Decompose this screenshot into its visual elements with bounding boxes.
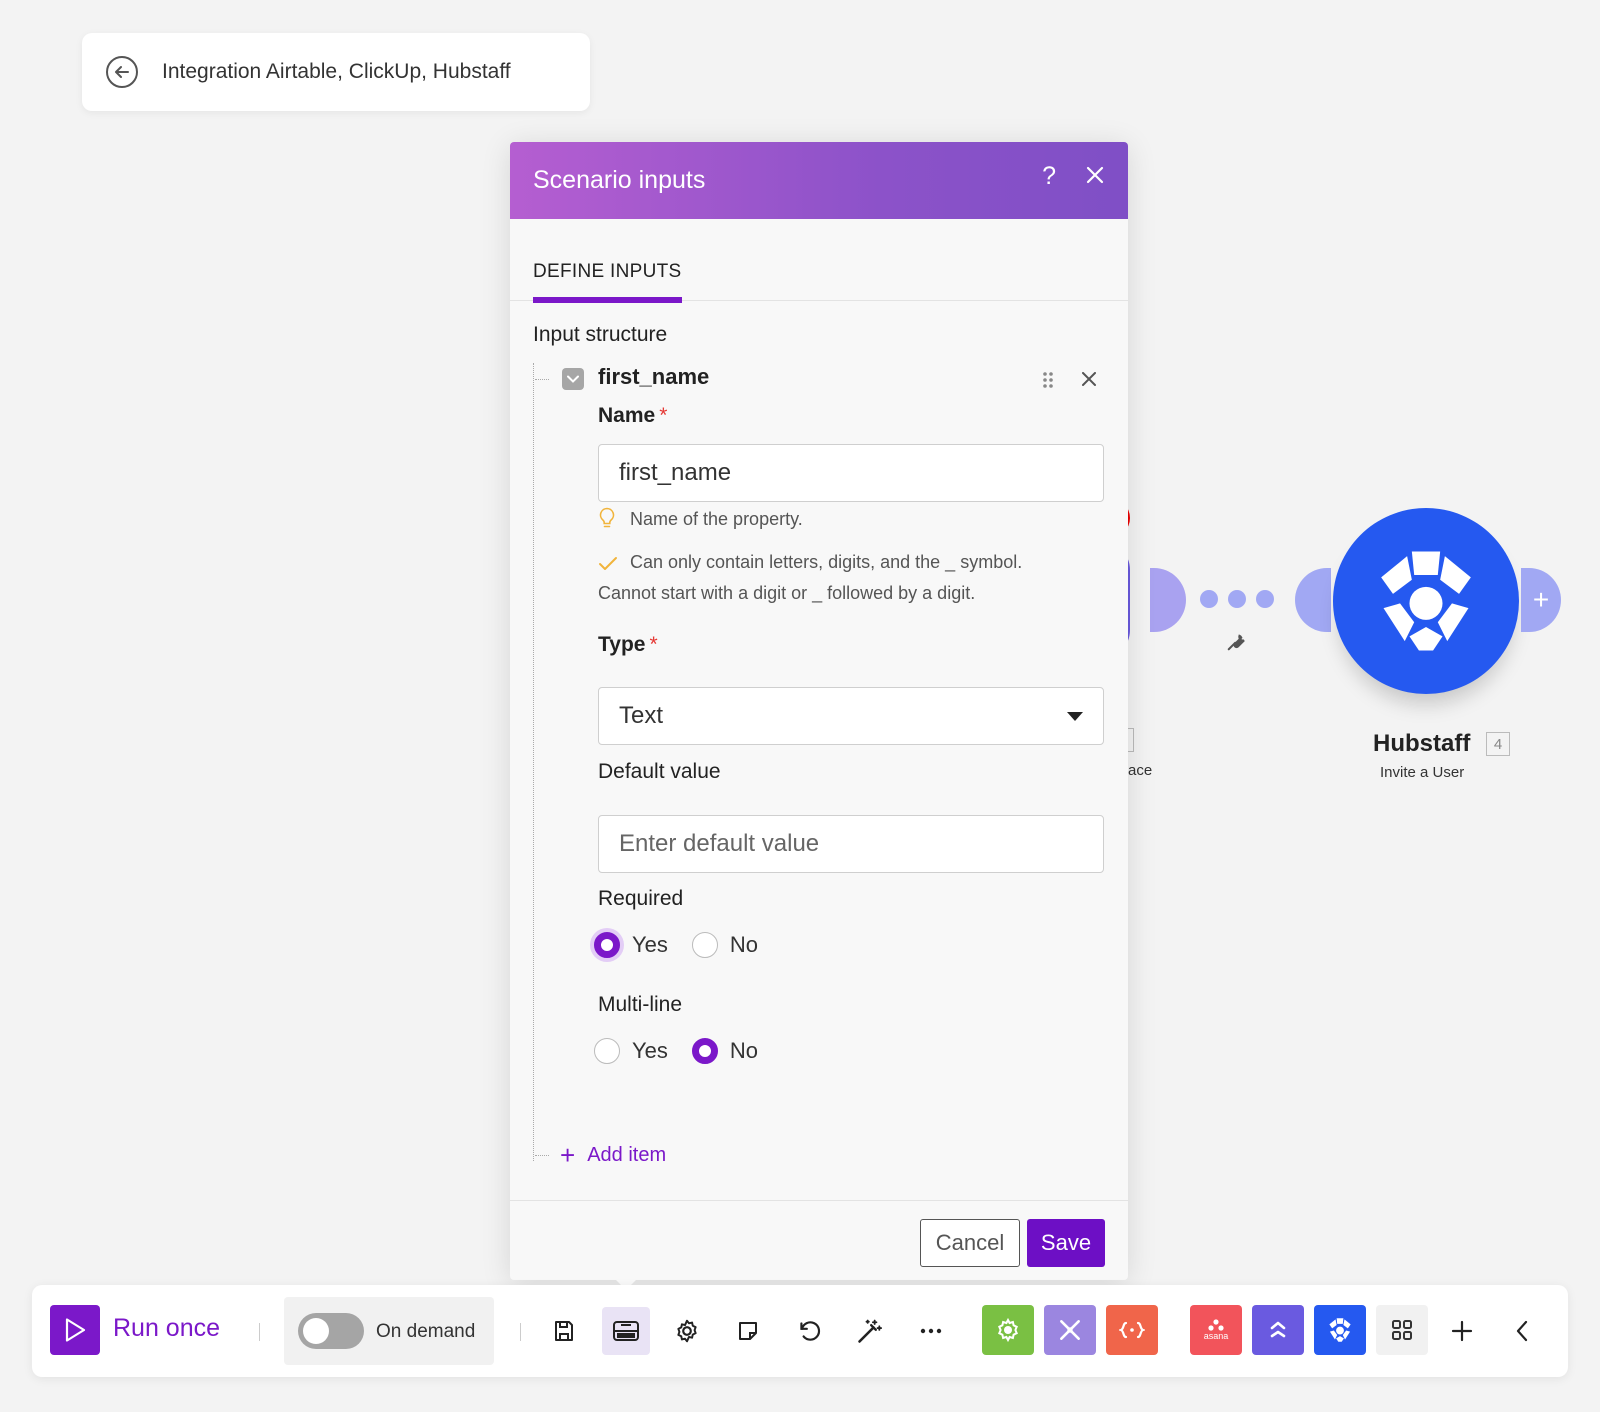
arrow-left-circle-icon[interactable]	[106, 56, 138, 88]
run-once-label[interactable]: Run once	[113, 1314, 220, 1343]
required-field-label: Required	[598, 887, 684, 910]
hubstaff-node-badge: 4	[1486, 732, 1510, 756]
lightbulb-icon	[598, 507, 620, 537]
flow-control-app-icon[interactable]	[1044, 1305, 1096, 1355]
dialog-title: Scenario inputs	[533, 166, 706, 194]
drag-handle-icon[interactable]	[1042, 371, 1054, 394]
multiline-field-label: Multi-line	[598, 993, 683, 1016]
type-field-label: Type *	[598, 633, 658, 656]
name-hint: Name of the property.	[598, 506, 803, 537]
caret-down-icon	[1067, 712, 1083, 721]
dialog-tabs: DEFINE INPUTS	[510, 219, 1128, 303]
multiline-no-label[interactable]: No	[730, 1038, 758, 1064]
required-no-radio[interactable]	[691, 932, 718, 958]
dialog-header: Scenario inputs ?	[510, 142, 1128, 219]
tree-guide-line	[533, 363, 551, 1161]
save-button[interactable]: Save	[1027, 1219, 1105, 1267]
scenario-title[interactable]: Integration Airtable, ClickUp, Hubstaff	[162, 60, 511, 84]
add-item-label: Add item	[587, 1144, 667, 1166]
toolbar-divider	[259, 1323, 260, 1341]
settings-icon[interactable]	[663, 1307, 711, 1355]
multiline-yes-radio[interactable]	[594, 1038, 620, 1064]
cancel-button[interactable]: Cancel	[920, 1219, 1020, 1267]
magic-wand-icon[interactable]	[846, 1307, 894, 1355]
schedule-label[interactable]: On demand	[376, 1321, 475, 1343]
name-input[interactable]	[598, 444, 1104, 502]
scenario-inputs-icon[interactable]	[602, 1307, 650, 1355]
asana-app-icon[interactable]: asana	[1190, 1305, 1242, 1355]
undo-icon[interactable]	[785, 1307, 833, 1355]
previous-module-label: ace	[1128, 762, 1153, 779]
save-icon[interactable]	[540, 1307, 588, 1355]
hubstaff-icon	[1381, 551, 1471, 651]
plus-icon[interactable]	[1438, 1307, 1486, 1355]
collapse-item-toggle[interactable]	[562, 368, 584, 390]
input-item-title: first_name	[598, 364, 710, 389]
help-icon[interactable]: ?	[1042, 162, 1056, 191]
schedule-control: On demand	[284, 1297, 494, 1365]
required-yes-radio[interactable]	[594, 932, 620, 958]
tree-guide-tick-end	[535, 1155, 549, 1156]
hubstaff-node-subtitle: Invite a User	[1380, 764, 1465, 781]
input-structure-label: Input structure	[533, 323, 668, 346]
hubstaff-connector-left	[1295, 568, 1331, 632]
hubstaff-module-node[interactable]	[1333, 508, 1519, 694]
previous-module-badge	[1128, 728, 1134, 752]
previous-module-connector	[1150, 568, 1186, 632]
required-no-label[interactable]: No	[730, 932, 758, 958]
tools-app-icon[interactable]	[982, 1305, 1034, 1355]
more-icon[interactable]	[907, 1307, 955, 1355]
chevron-down-icon	[567, 375, 579, 383]
hubstaff-app-icon[interactable]	[1314, 1305, 1366, 1355]
add-item-button[interactable]: + Add item	[560, 1140, 666, 1171]
name-validation-hint: Can only contain letters, digits, and th…	[598, 552, 1023, 603]
multiline-no-radio[interactable]	[691, 1038, 718, 1064]
default-value-input[interactable]	[598, 815, 1104, 873]
close-icon[interactable]	[1086, 166, 1104, 189]
notes-icon[interactable]	[724, 1307, 772, 1355]
wrench-icon[interactable]	[1226, 630, 1248, 657]
tab-define-inputs[interactable]: DEFINE INPUTS	[533, 261, 682, 303]
clickup-app-icon[interactable]	[1252, 1305, 1304, 1355]
required-radio-group: Yes No	[594, 932, 782, 958]
plus-icon: +	[560, 1140, 576, 1170]
route-connector[interactable]	[1200, 590, 1274, 608]
scenario-inputs-dialog: Scenario inputs ? DEFINE INPUTS Input st…	[510, 142, 1128, 1280]
scenario-breadcrumb: Integration Airtable, ClickUp, Hubstaff	[82, 33, 590, 111]
required-mark: *	[659, 404, 668, 427]
name-field-label: Name *	[598, 404, 668, 427]
grid-apps-icon[interactable]	[1376, 1305, 1428, 1355]
multiline-yes-label[interactable]: Yes	[632, 1038, 668, 1064]
play-icon	[65, 1318, 86, 1342]
hubstaff-node-label: Hubstaff	[1373, 730, 1471, 757]
chevron-left-icon[interactable]	[1498, 1307, 1546, 1355]
run-once-button[interactable]	[50, 1305, 100, 1355]
toolbar-divider	[520, 1323, 521, 1341]
default-value-label: Default value	[598, 760, 721, 783]
check-icon	[598, 553, 620, 580]
multiline-radio-group: Yes No	[594, 1038, 782, 1064]
add-module-button[interactable]: +	[1521, 568, 1561, 632]
dialog-footer: Cancel Save	[510, 1200, 1128, 1280]
tree-guide-tick	[535, 379, 549, 380]
schedule-toggle[interactable]	[298, 1313, 364, 1349]
required-mark: *	[649, 633, 658, 656]
asana-app-text: asana	[1203, 1331, 1229, 1341]
type-select-value: Text	[619, 702, 664, 729]
scenario-toolbar: Run once On demand asana	[32, 1285, 1568, 1377]
type-select[interactable]: Text	[598, 687, 1104, 745]
json-app-icon[interactable]	[1106, 1305, 1158, 1355]
remove-item-icon[interactable]	[1082, 372, 1096, 391]
required-yes-label[interactable]: Yes	[632, 932, 668, 958]
